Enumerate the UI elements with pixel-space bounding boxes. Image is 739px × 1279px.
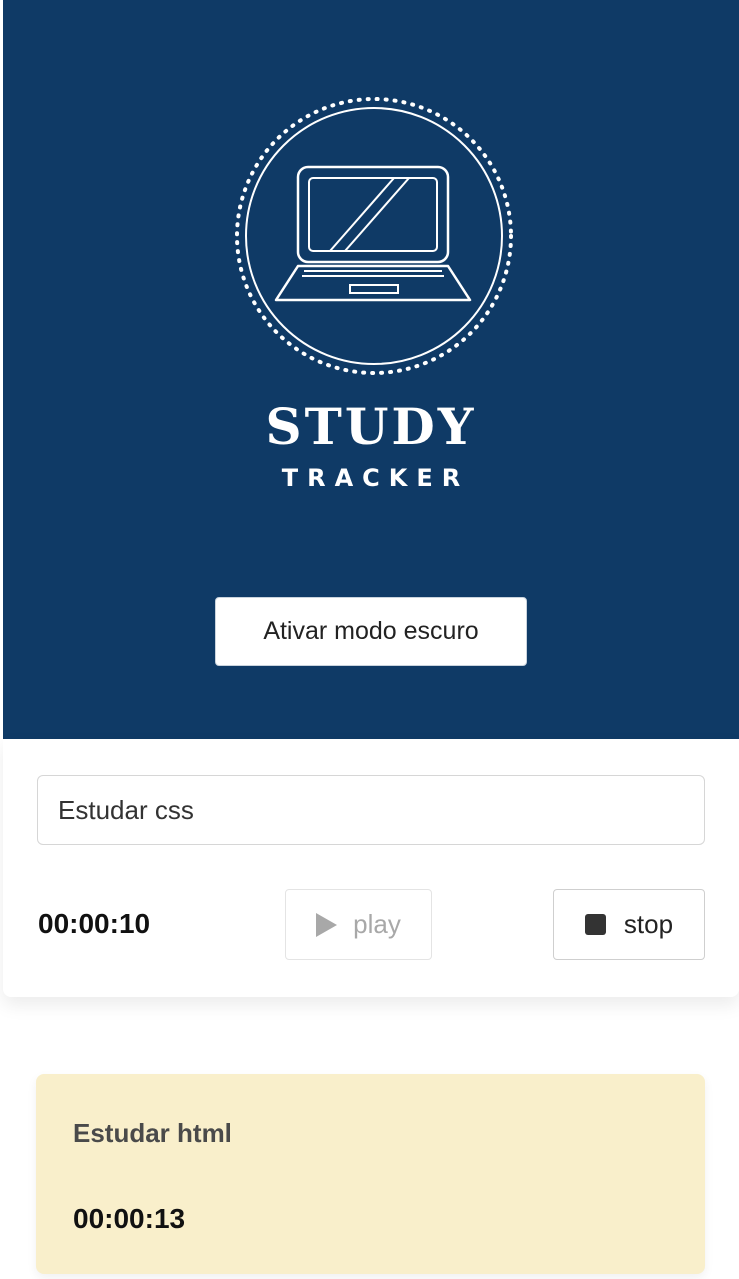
stop-icon xyxy=(584,914,606,935)
task-time: 00:00:13 xyxy=(73,1203,186,1234)
stop-label: stop xyxy=(623,909,674,939)
laptop-icon xyxy=(235,97,513,375)
task-name: Estudar html xyxy=(73,1118,232,1148)
logo-title: STUDY xyxy=(265,397,477,456)
dark-mode-button[interactable]: Ativar modo escuro xyxy=(215,597,527,666)
task-card: Estudar html 00:00:13 xyxy=(36,1074,705,1274)
play-button[interactable]: play xyxy=(285,889,432,960)
current-timer: 00:00:10 xyxy=(38,908,151,939)
stop-button[interactable]: stop xyxy=(553,889,705,960)
task-form: 00:00:10 play stop xyxy=(3,739,739,997)
play-icon xyxy=(316,912,338,937)
task-input[interactable] xyxy=(37,775,705,845)
header: STUDY TRACKER Ativar modo escuro xyxy=(3,0,739,739)
logo-subtitle: TRACKER xyxy=(281,464,470,492)
play-label: play xyxy=(353,909,401,939)
